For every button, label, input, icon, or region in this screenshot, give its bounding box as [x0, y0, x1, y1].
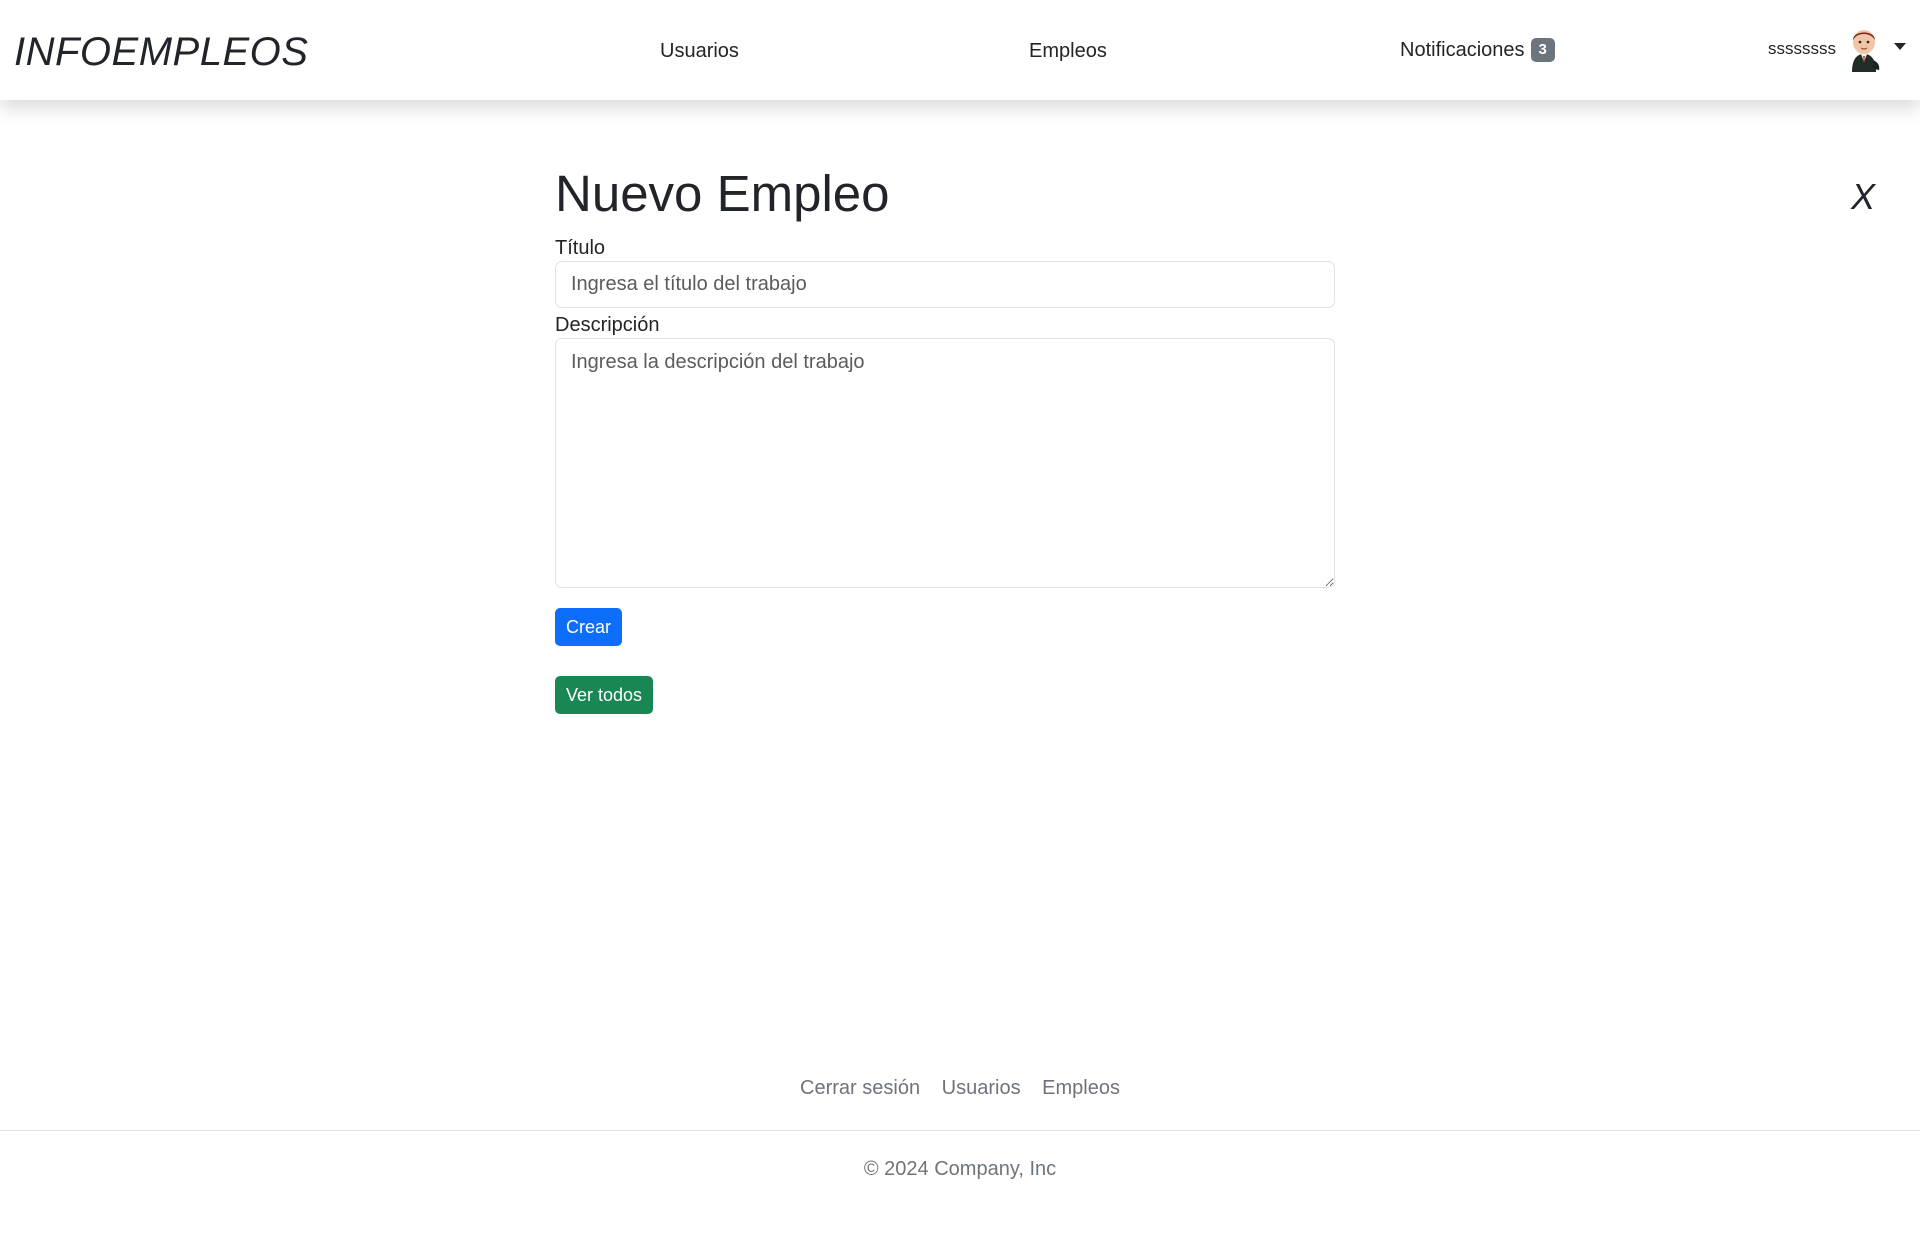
user-avatar: [1852, 30, 1880, 72]
ver-todos-button[interactable]: Ver todos: [555, 676, 654, 714]
footer-link-empleos[interactable]: Empleos: [1042, 1077, 1120, 1099]
footer-link-usuarios[interactable]: Usuarios: [942, 1077, 1021, 1099]
notification-count-badge: 3: [1530, 38, 1555, 62]
nav-link-usuarios[interactable]: Usuarios: [660, 38, 739, 64]
username-label: ssssssss: [1768, 39, 1836, 58]
nav-link-notificaciones[interactable]: Notificaciones 3: [1400, 37, 1555, 63]
caret-down-icon: [1894, 42, 1906, 50]
crear-button[interactable]: Crear: [555, 608, 623, 646]
top-navbar: INFOEMPLEOS Usuarios Empleos Notificacio…: [0, 0, 1920, 100]
titulo-input[interactable]: [555, 261, 1335, 308]
nav-link-empleos[interactable]: Empleos: [1029, 38, 1107, 64]
footer-link-cerrar-sesion[interactable]: Cerrar sesión: [800, 1077, 920, 1099]
footer-nav: Cerrar sesión Usuarios Empleos: [0, 1075, 1920, 1101]
descripcion-textarea[interactable]: [555, 338, 1335, 588]
user-menu-toggle[interactable]: ssssssss: [1768, 24, 1906, 74]
page-title: Nuevo Empleo: [555, 165, 890, 222]
nav-link-notificaciones-label: Notificaciones: [1400, 39, 1525, 61]
footer-divider: [0, 1130, 1920, 1131]
brand-logo[interactable]: INFOEMPLEOS: [14, 28, 308, 76]
descripcion-label: Descripción: [555, 314, 660, 336]
close-button[interactable]: X: [1851, 175, 1875, 219]
footer-copyright: © 2024 Company, Inc: [863, 1158, 1057, 1180]
titulo-label: Título: [555, 237, 606, 259]
